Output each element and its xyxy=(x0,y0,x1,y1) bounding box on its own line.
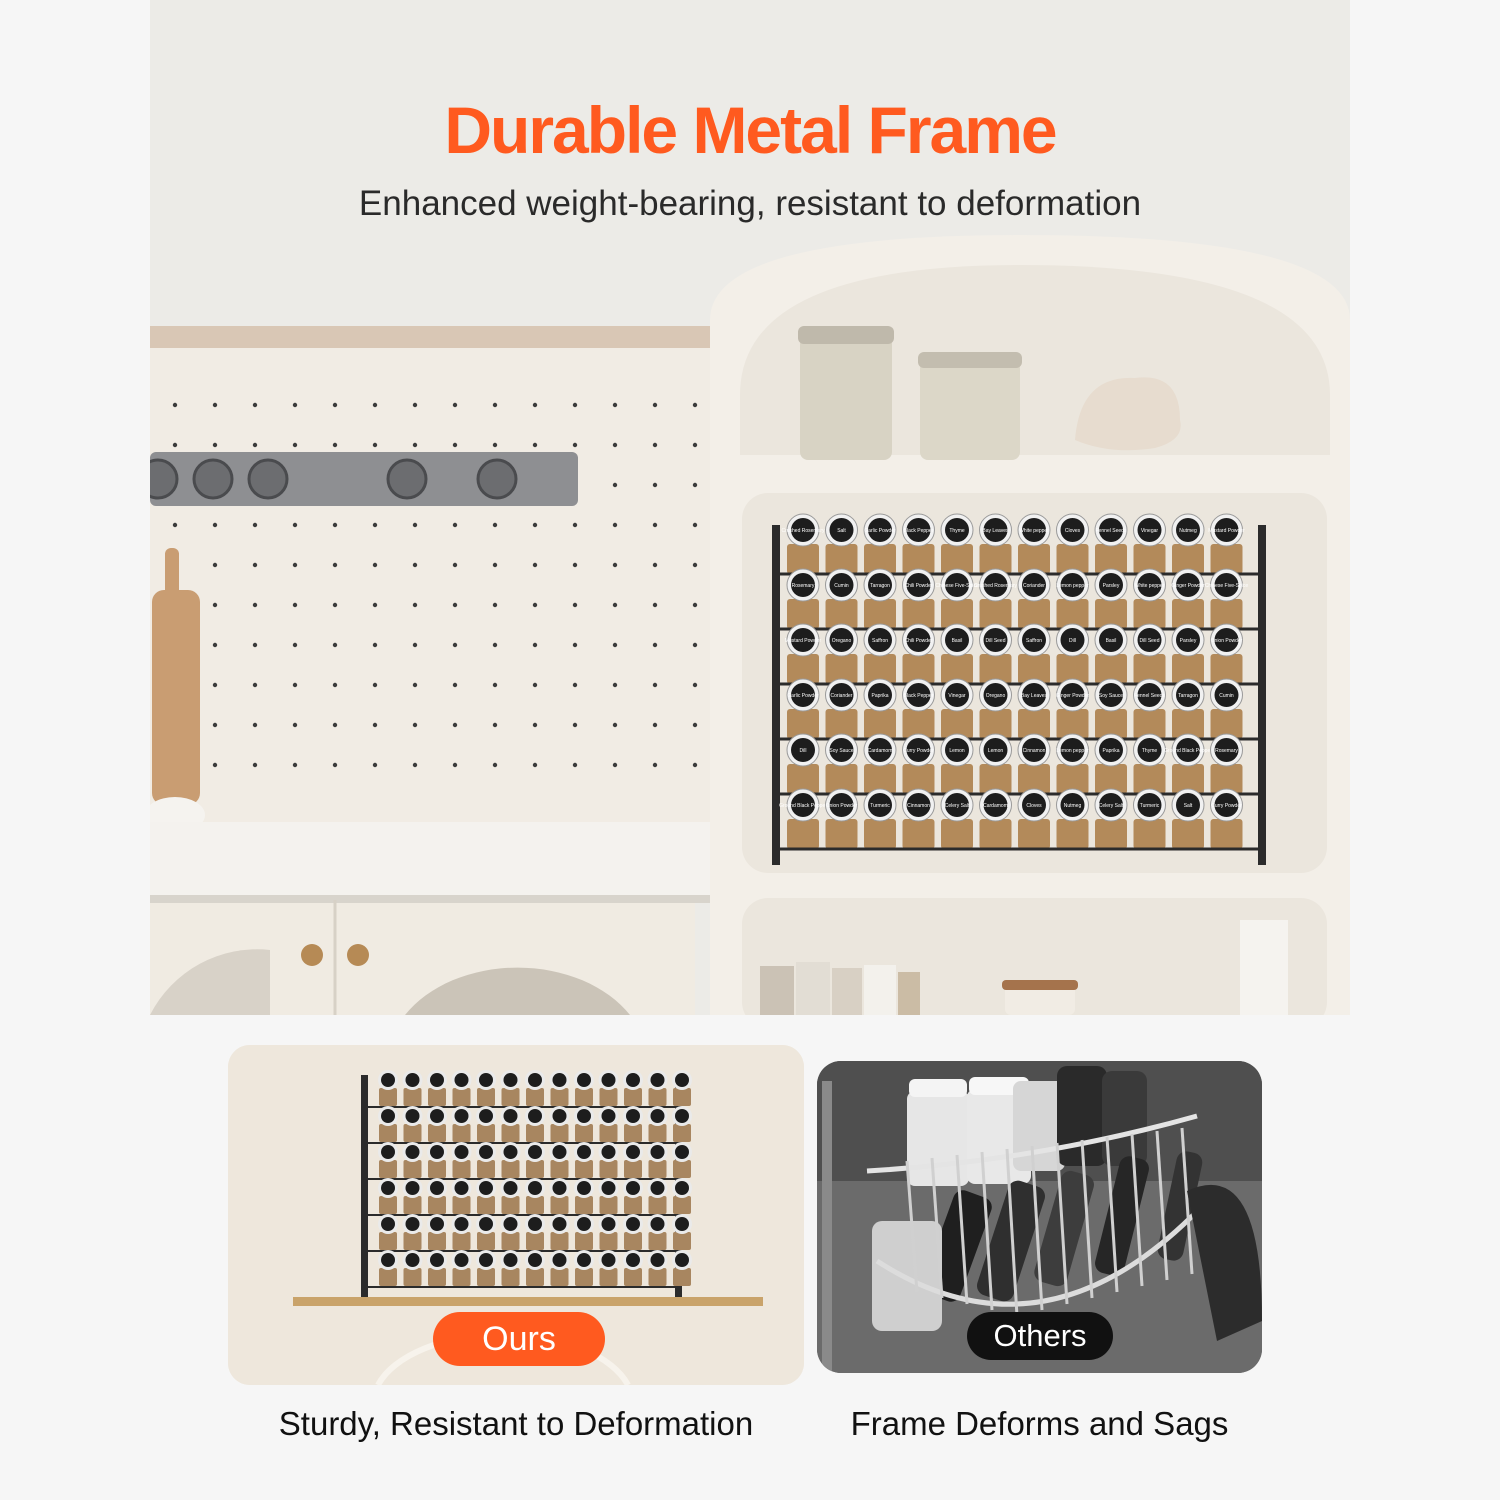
spice-jar-label: Soy Sauce xyxy=(829,748,853,754)
spice-jar-label: Dill Seed xyxy=(1139,638,1159,644)
ours-badge: Ours xyxy=(433,1312,605,1366)
spice-jar-label: Turmeric xyxy=(870,803,890,809)
spice-jar-label: Salt xyxy=(837,528,846,534)
spice-jar-label: Lemon xyxy=(949,748,965,754)
spice-jar-label: Tarragon xyxy=(870,583,890,589)
others-badge: Others xyxy=(967,1312,1113,1360)
spice-jar-label: Ginger Powder xyxy=(1056,693,1090,699)
spice-jar-label: Soy Sauce xyxy=(1099,693,1123,699)
page-subtitle: Enhanced weight-bearing, resistant to de… xyxy=(358,184,1142,223)
spice-jar-label: Basil xyxy=(952,638,963,644)
spice-jar-label: Cardamom xyxy=(868,748,893,754)
spice-jar-label: Tarragon xyxy=(1178,693,1198,699)
spice-jar-label: Lemon xyxy=(988,748,1004,754)
spice-jar-label: Garlic Powder xyxy=(864,528,896,534)
spice-jar-label: Chinese Five-Spice xyxy=(935,583,979,589)
spice-jar-label: Dill xyxy=(800,748,807,754)
spice-jar-label: Rosemary xyxy=(792,583,815,589)
spice-jar-label: Nutmeg xyxy=(1064,803,1082,809)
spice-jar-label: Celery Salt xyxy=(945,803,970,809)
spice-jar-label: Oregano xyxy=(832,638,852,644)
spice-jar-label: Crushed Rosemary xyxy=(974,583,1018,589)
spice-jar-label: Bay Leaves xyxy=(1021,693,1048,699)
spice-jar-label: Cinnamon xyxy=(907,803,930,809)
ours-caption: Sturdy, Resistant to Deformation xyxy=(278,1405,754,1442)
spice-jar-label: Parsley xyxy=(1103,583,1120,589)
spice-jar-label: Cloves xyxy=(1026,803,1042,809)
spice-jar-label: Dill xyxy=(1069,638,1076,644)
spice-jar-label: Black Pepper xyxy=(904,528,934,534)
spice-jar-label: Black Pepper xyxy=(904,693,934,699)
spice-jar-label: Ginger Powder xyxy=(1171,583,1205,589)
spice-jar-label: Fennel Seeds xyxy=(1096,528,1127,534)
spice-jar-label: Salt xyxy=(1184,803,1193,809)
spice-jar-label: White pepper xyxy=(1019,528,1049,534)
page-title: Durable Metal Frame xyxy=(444,93,1057,167)
spice-jar-label: Chili Powder xyxy=(904,583,932,589)
spice-jar-label: Ground Black Pepper xyxy=(1164,748,1212,754)
spice-jar-label: Paprika xyxy=(872,693,889,699)
spice-jar-label: Turmeric xyxy=(1140,803,1160,809)
spice-jar-label: Mustard Powder xyxy=(785,638,822,644)
spice-jar-label: Cumin xyxy=(1219,693,1234,699)
spice-jar-label: Thyme xyxy=(1142,748,1158,754)
spice-jar-label: Cardamom xyxy=(983,803,1008,809)
spice-jar-label: Nutmeg xyxy=(1179,528,1197,534)
others-comparison-photo: Others xyxy=(817,1061,1262,1373)
spice-jar-label: Saffron xyxy=(872,638,888,644)
spice-jar-label: Curry Powder xyxy=(903,748,934,754)
spice-jar-label: Vinegar xyxy=(948,693,965,699)
spice-jar-label: Rosemary xyxy=(1215,748,1238,754)
spice-jar-label: Parsley xyxy=(1180,638,1197,644)
spice-jar-label: Thyme xyxy=(949,528,965,534)
spice-jar-label: Curry Powder xyxy=(1211,803,1242,809)
spice-jar-label: Lemon pepper xyxy=(1056,583,1089,589)
spice-jar-label: Vinegar xyxy=(1141,528,1158,534)
spice-jar-label: Chinese Five-Spice xyxy=(1205,583,1249,589)
spice-jar-label: Cinnamon xyxy=(1023,748,1046,754)
spice-jar-label: Basil xyxy=(1106,638,1117,644)
spice-jar-label: Oregano xyxy=(986,693,1006,699)
spice-jar-label: Saffron xyxy=(1026,638,1042,644)
spice-jar-label: Cloves xyxy=(1065,528,1081,534)
spice-jar-label: Onion Powder xyxy=(1211,638,1243,644)
spice-jar-label: Celery Salt xyxy=(1099,803,1124,809)
spice-jar-label: Ground Black Pepper xyxy=(779,803,827,809)
spice-jar-label: Cumin xyxy=(834,583,849,589)
spice-jar-label: Garlic Powder xyxy=(787,693,819,699)
spice-jar-label: Bay Leaves xyxy=(982,528,1009,534)
others-caption: Frame Deforms and Sags xyxy=(850,1405,1229,1442)
spice-jar-label: Chili Powder xyxy=(904,638,932,644)
spice-jar-label: Onion Powder xyxy=(826,803,858,809)
spice-jar-label: Paprika xyxy=(1103,748,1120,754)
spice-jar-label: Coriander xyxy=(831,693,853,699)
spice-jar-label: Mustard Powder xyxy=(1208,528,1245,534)
spice-jar-label: Coriander xyxy=(1023,583,1045,589)
ours-comparison-photo: Ours xyxy=(228,1045,804,1385)
spice-jar-label: Dill Seed xyxy=(985,638,1005,644)
spice-jar-label: White pepper xyxy=(1135,583,1165,589)
spice-jar-label: Crushed Rosemary xyxy=(781,528,825,534)
spice-jar-label: Fennel Seeds xyxy=(1134,693,1165,699)
spice-jar-label: Lemon pepper xyxy=(1056,748,1089,754)
